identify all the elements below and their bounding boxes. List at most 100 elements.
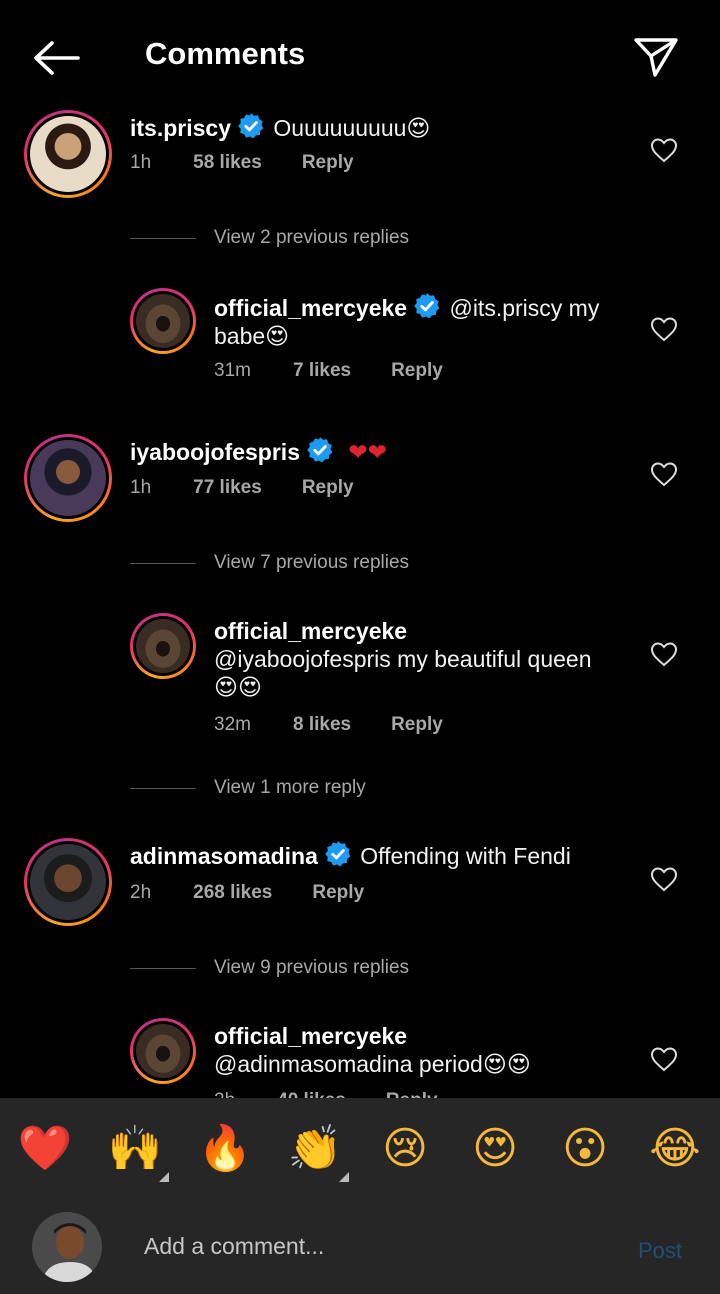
comment-time: 1h — [130, 477, 152, 498]
tears-of-joy-emoji: 😂 — [649, 1122, 701, 1174]
current-user-avatar — [32, 1212, 102, 1282]
comment-username[interactable]: adinmasomadina — [130, 843, 318, 869]
emoji-crying-button[interactable]: 😢 — [377, 1120, 433, 1176]
comment-meta: 1h 58 likes Reply — [130, 152, 354, 174]
reply-button[interactable]: Reply — [386, 1090, 438, 1098]
divider-line — [130, 967, 196, 969]
heart-eyes-emoji: 😍 — [472, 1122, 518, 1174]
like-heart-icon[interactable] — [650, 461, 678, 487]
avatar[interactable] — [24, 838, 112, 926]
reply-body: official_mercyeke @iyaboojofespris my be… — [214, 617, 634, 702]
reply-button[interactable]: Reply — [391, 360, 443, 382]
reply-meta: 2h 40 likes Reply — [214, 1090, 438, 1098]
reply-button[interactable]: Reply — [391, 714, 443, 736]
view-previous-replies[interactable]: View 2 previous replies — [130, 227, 409, 249]
emoji-surprised-button[interactable]: 😮 — [557, 1120, 613, 1176]
back-button[interactable] — [28, 34, 84, 82]
comment-time: 2h — [130, 882, 152, 903]
avatar[interactable] — [24, 434, 112, 522]
comment-text: Ouuuuuuuuu — [273, 115, 407, 141]
like-heart-icon[interactable] — [650, 1046, 678, 1072]
reply-username[interactable]: official_mercyeke — [214, 618, 407, 644]
comment-emoji: ❤❤ — [348, 440, 387, 466]
emoji-heart-button[interactable]: ❤️ — [17, 1120, 73, 1176]
comment-meta: 2h 268 likes Reply — [130, 882, 364, 904]
back-arrow-icon — [34, 41, 80, 75]
paper-plane-icon — [634, 38, 678, 77]
avatar[interactable] — [24, 110, 112, 198]
share-button[interactable] — [628, 32, 684, 82]
comment-emoji: 😍 — [406, 116, 431, 142]
post-button[interactable]: Post — [638, 1238, 682, 1264]
like-heart-icon[interactable] — [650, 641, 678, 667]
reply-likes[interactable]: 40 likes — [277, 1090, 346, 1098]
comment-likes[interactable]: 268 likes — [193, 882, 272, 904]
red-heart-emoji: ❤️ — [17, 1123, 73, 1174]
view-more-replies[interactable]: View 1 more reply — [130, 777, 366, 799]
like-heart-icon[interactable] — [650, 316, 678, 342]
divider-line — [130, 787, 196, 789]
verified-badge-icon — [414, 293, 440, 319]
verified-badge-icon — [307, 437, 333, 463]
avatar[interactable] — [130, 1018, 196, 1084]
emoji-clapping-button[interactable]: 👏 — [287, 1120, 349, 1182]
comment-likes[interactable]: 77 likes — [193, 477, 262, 499]
comment-body: adinmasomadina Offending with Fendi — [130, 840, 630, 871]
reply-emoji: 😍 — [265, 324, 290, 350]
view-previous-replies[interactable]: View 7 previous replies — [130, 552, 409, 574]
divider-line — [130, 562, 196, 564]
view-more-label: View 1 more reply — [214, 777, 366, 798]
reply-button[interactable]: Reply — [302, 152, 354, 174]
skin-tone-indicator — [159, 1172, 169, 1182]
raising-hands-emoji: 🙌 — [107, 1123, 163, 1174]
surprised-face-emoji: 😮 — [562, 1122, 608, 1174]
reply-time: 31m — [214, 360, 251, 381]
emoji-laughing-button[interactable]: 😂 — [647, 1120, 703, 1176]
skin-tone-indicator — [339, 1172, 349, 1182]
reply-username[interactable]: official_mercyeke — [214, 295, 407, 321]
view-previous-replies[interactable]: View 9 previous replies — [130, 957, 409, 979]
comment-list[interactable]: its.priscy Ouuuuuuuuu😍 1h 58 likes Reply… — [0, 100, 720, 1098]
reply-button[interactable]: Reply — [302, 477, 354, 499]
reply-emoji: 😍😍 — [214, 675, 262, 701]
page-title: Comments — [145, 36, 306, 71]
comments-screen: Comments its.priscy Ouuuuuuuuu😍 1h 58 li… — [0, 0, 720, 1294]
emoji-heart-eyes-button[interactable]: 😍 — [467, 1120, 523, 1176]
view-replies-label: View 9 previous replies — [214, 957, 410, 978]
comment-composer: Post — [0, 1198, 720, 1294]
view-replies-label: View 7 previous replies — [214, 552, 410, 573]
reply-body: official_mercyeke @adinmasomadina period… — [214, 1022, 634, 1079]
user-photo-icon — [32, 1212, 102, 1282]
reply-body: official_mercyeke @its.priscy my babe😍 — [214, 292, 624, 351]
reply-likes[interactable]: 8 likes — [293, 714, 351, 736]
reply-likes[interactable]: 7 likes — [293, 360, 351, 382]
reply-username[interactable]: official_mercyeke — [214, 1023, 407, 1049]
verified-badge-icon — [238, 113, 264, 139]
emoji-raising-hands-button[interactable]: 🙌 — [107, 1120, 169, 1182]
comment-meta: 1h 77 likes Reply — [130, 477, 354, 499]
like-heart-icon[interactable] — [650, 137, 678, 163]
comment-input[interactable] — [144, 1226, 604, 1266]
crying-face-emoji: 😢 — [382, 1122, 428, 1174]
comment-username[interactable]: its.priscy — [130, 115, 231, 141]
reply-time: 2h — [214, 1090, 235, 1098]
verified-badge-icon — [325, 841, 351, 867]
fire-emoji: 🔥 — [197, 1123, 253, 1174]
emoji-fire-button[interactable]: 🔥 — [197, 1120, 253, 1176]
reply-meta: 31m 7 likes Reply — [214, 360, 443, 382]
comment-username[interactable]: iyaboojofespris — [130, 439, 300, 465]
comment-time: 1h — [130, 152, 152, 173]
view-replies-label: View 2 previous replies — [214, 227, 410, 248]
emoji-reaction-bar: ❤️ 🙌 🔥 👏 😢 😍 😮 😂 — [0, 1098, 720, 1198]
avatar[interactable] — [130, 288, 196, 354]
reply-button[interactable]: Reply — [312, 882, 364, 904]
divider-line — [130, 237, 196, 239]
reply-emoji: 😍😍 — [482, 1052, 531, 1078]
comment-likes[interactable]: 58 likes — [193, 152, 262, 174]
reply-meta: 32m 8 likes Reply — [214, 714, 443, 736]
clapping-hands-emoji: 👏 — [287, 1123, 343, 1174]
reply-time: 32m — [214, 714, 251, 735]
avatar[interactable] — [130, 613, 196, 679]
comment-text: Offending with Fendi — [360, 843, 571, 869]
like-heart-icon[interactable] — [650, 866, 678, 892]
